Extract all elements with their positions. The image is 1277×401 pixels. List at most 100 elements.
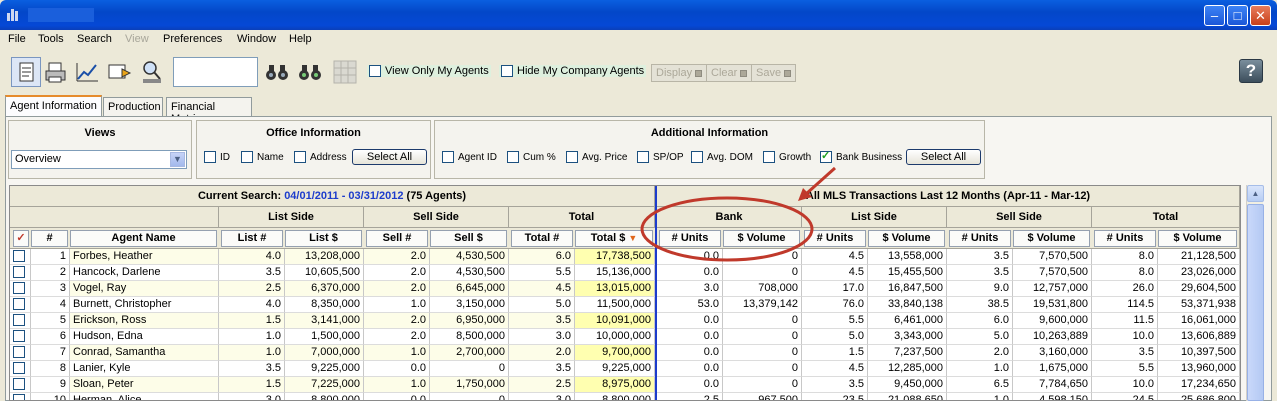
col-mls-total-volume[interactable]: $ Volume (1158, 230, 1237, 247)
table-row[interactable]: 6 Hudson, Edna 1.0 1,500,000 2.0 8,500,000 3.0… (10, 329, 1240, 345)
export-icon[interactable] (104, 57, 134, 87)
checkbox-box[interactable] (241, 151, 253, 163)
table-row[interactable]: 9 Sloan, Peter 1.5 7,225,000 1.0 1,750,000 2.5… (10, 377, 1240, 393)
find-agent-icon[interactable] (137, 57, 167, 87)
table-cell: Forbes, Heather (70, 249, 219, 265)
view-only-my-agents-checkbox[interactable]: View Only My Agents (367, 65, 491, 77)
table-cell: 3.0 (219, 393, 285, 400)
col-mls-sell-volume[interactable]: $ Volume (1013, 230, 1090, 247)
menu-help[interactable]: Help (289, 33, 312, 45)
chevron-down-icon[interactable]: ▼ (170, 152, 185, 167)
checkbox-box[interactable] (442, 151, 454, 163)
table-row[interactable]: 2 Hancock, Darlene 3.5 10,605,500 2.0 4,530,5… (10, 265, 1240, 281)
table-row[interactable]: 3 Vogel, Ray 2.5 6,370,000 2.0 6,645,000 4.5 13… (10, 281, 1240, 297)
bank-business-checkbox[interactable]: Bank Business (820, 149, 902, 163)
agent-id-checkbox[interactable]: Agent ID (442, 151, 497, 163)
col-mls-total-units[interactable]: # Units (1094, 230, 1156, 247)
views-select[interactable]: Overview ▼ (11, 150, 187, 169)
office-select-all-button[interactable]: Select All (352, 149, 427, 165)
col-mls-sell-units[interactable]: # Units (949, 230, 1011, 247)
table-cell: 7,225,000 (285, 377, 364, 393)
checkbox-box[interactable] (691, 151, 703, 163)
sp-op-checkbox[interactable]: SP/OP (637, 151, 684, 163)
checkbox-box[interactable] (204, 151, 216, 163)
col-bank-volume[interactable]: $ Volume (723, 230, 800, 247)
col-list-count[interactable]: List # (221, 230, 283, 247)
vertical-scrollbar[interactable]: ▲ (1246, 185, 1264, 401)
checkbox-box[interactable] (501, 65, 513, 77)
row-checkbox[interactable] (13, 250, 25, 262)
scroll-thumb[interactable] (1247, 204, 1264, 401)
table-cell: 3.5 (509, 313, 575, 329)
table-row[interactable]: 1 Forbes, Heather 4.0 13,208,000 2.0 4,530,50… (10, 249, 1240, 265)
menu-window[interactable]: Window (237, 33, 276, 45)
col-bank-units[interactable]: # Units (659, 230, 721, 247)
col-sell-count[interactable]: Sell # (366, 230, 428, 247)
row-checkbox[interactable] (13, 282, 25, 294)
menu-search[interactable]: Search (77, 33, 112, 45)
additional-select-all-button[interactable]: Select All (906, 149, 981, 165)
select-all-check-icon[interactable]: ✓ (13, 230, 29, 247)
grid-icon (330, 57, 360, 87)
row-checkbox[interactable] (13, 378, 25, 390)
row-checkbox[interactable] (13, 298, 25, 310)
col-mls-list-volume[interactable]: $ Volume (868, 230, 945, 247)
row-checkbox[interactable] (13, 266, 25, 278)
row-checkbox[interactable] (13, 346, 25, 358)
scroll-up-icon[interactable]: ▲ (1247, 185, 1264, 202)
checkbox-box[interactable] (637, 151, 649, 163)
office-address-checkbox[interactable]: Address (294, 151, 347, 163)
hide-my-company-agents-checkbox[interactable]: Hide My Company Agents (499, 65, 647, 77)
maximize-button[interactable]: □ (1227, 5, 1248, 26)
col-list-volume[interactable]: List $ (285, 230, 362, 247)
table-row[interactable]: 10 Herman, Alice 3.0 8,800,000 0.0 0 3.0 8,800,… (10, 393, 1240, 400)
growth-checkbox[interactable]: Growth (763, 151, 811, 163)
tab-agent-information[interactable]: Agent Information (5, 95, 102, 117)
menu-file[interactable]: File (8, 33, 26, 45)
checkbox-box[interactable] (763, 151, 775, 163)
table-cell: 1.0 (219, 345, 285, 361)
chart-export-icon[interactable] (72, 57, 102, 87)
checkbox-box-checked[interactable] (820, 149, 832, 163)
office-name-checkbox[interactable]: Name (241, 151, 284, 163)
menu-preferences[interactable]: Preferences (163, 33, 222, 45)
checkbox-box[interactable] (566, 151, 578, 163)
avg-dom-checkbox[interactable]: Avg. DOM (691, 151, 753, 163)
table-cell: 4.5 (802, 361, 868, 377)
report-icon[interactable] (11, 57, 41, 87)
help-icon[interactable]: ? (1239, 59, 1263, 83)
table-cell: 3,160,000 (1013, 345, 1092, 361)
col-number[interactable]: # (31, 230, 68, 247)
table-row[interactable]: 5 Erickson, Ross 1.5 3,141,000 2.0 6,950,000 3… (10, 313, 1240, 329)
checkbox-box[interactable] (507, 151, 519, 163)
row-checkbox[interactable] (13, 314, 25, 326)
cum-percent-checkbox[interactable]: Cum % (507, 151, 556, 163)
binoculars-filter-icon[interactable] (295, 57, 325, 87)
search-input[interactable] (173, 57, 258, 87)
col-total-volume[interactable]: Total $ ▼ (575, 230, 653, 247)
table-row[interactable]: 7 Conrad, Samantha 1.0 7,000,000 1.0 2,700,00… (10, 345, 1240, 361)
col-mls-list-units[interactable]: # Units (804, 230, 866, 247)
binoculars-icon[interactable] (262, 57, 292, 87)
avg-price-checkbox[interactable]: Avg. Price (566, 151, 627, 163)
close-button[interactable]: ✕ (1250, 5, 1271, 26)
row-checkbox[interactable] (13, 394, 25, 400)
print-icon[interactable] (41, 57, 71, 87)
table-cell: 23,026,000 (1158, 265, 1240, 281)
tab-production[interactable]: Production (103, 97, 163, 116)
table-row[interactable]: 4 Burnett, Christopher 4.0 8,350,000 1.0 3,15… (10, 297, 1240, 313)
table-cell: 10,091,000 (575, 313, 655, 329)
row-select-cell (10, 345, 31, 361)
col-sell-volume[interactable]: Sell $ (430, 230, 507, 247)
checkbox-box[interactable] (294, 151, 306, 163)
row-checkbox[interactable] (13, 362, 25, 374)
minimize-button[interactable]: – (1204, 5, 1225, 26)
menu-tools[interactable]: Tools (38, 33, 64, 45)
checkbox-box[interactable] (369, 65, 381, 77)
row-checkbox[interactable] (13, 330, 25, 342)
table-row[interactable]: 8 Lanier, Kyle 3.5 9,225,000 0.0 0 3.5 9,225,00… (10, 361, 1240, 377)
col-total-count[interactable]: Total # (511, 230, 573, 247)
col-agent-name[interactable]: Agent Name (70, 230, 217, 247)
office-id-checkbox[interactable]: ID (204, 151, 230, 163)
tab-financial-metrics[interactable]: Financial Metrics (166, 97, 252, 125)
